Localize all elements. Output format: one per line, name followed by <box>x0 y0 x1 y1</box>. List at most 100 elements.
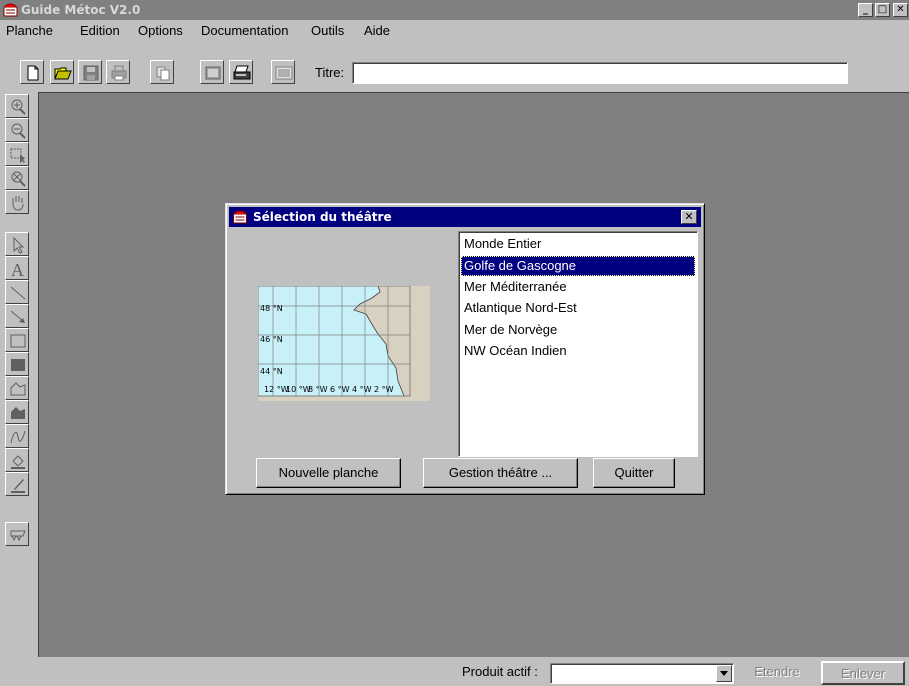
menu-planche[interactable]: Planche <box>6 23 53 38</box>
zoom-in-icon <box>11 99 26 115</box>
rectangle-tool-icon <box>10 334 26 348</box>
save-button[interactable] <box>78 60 102 84</box>
pen-tool-icon <box>11 479 25 493</box>
copy-icon <box>156 66 170 81</box>
lat-label: 44 °N <box>260 367 283 376</box>
arrow-tool[interactable] <box>5 304 29 328</box>
gestion-theatre-button[interactable]: Gestion théâtre ... <box>423 458 578 488</box>
new-planche-button[interactable]: Nouvelle planche <box>256 458 401 488</box>
menu-edition[interactable]: Edition <box>80 23 120 38</box>
menu-outils[interactable]: Outils <box>311 23 344 38</box>
list-item-selected[interactable]: Golfe de Gascogne <box>461 256 695 276</box>
fill-tool[interactable] <box>5 448 29 472</box>
polygon-tool-icon <box>10 382 26 396</box>
select-region-icon <box>10 148 25 163</box>
dialog-title: Sélection du théâtre <box>253 210 392 224</box>
theatre-selection-dialog: Sélection du théâtre ✕ 48 °N 46 °N 44 °N… <box>225 203 705 495</box>
chevron-down-icon <box>720 671 728 676</box>
tool-palette: A <box>0 92 34 562</box>
pan-hand-icon <box>12 196 24 211</box>
rectangle-tool[interactable] <box>5 328 29 352</box>
app-logo-icon <box>233 210 247 224</box>
print-setup-button[interactable] <box>229 60 253 84</box>
preview-icon <box>205 66 221 80</box>
curve-tool-icon <box>10 430 26 444</box>
list-item[interactable]: NW Océan Indien <box>461 341 695 361</box>
save-icon <box>83 65 99 81</box>
list-item[interactable]: Atlantique Nord-Est <box>461 298 695 318</box>
new-button[interactable] <box>20 60 44 84</box>
preview-button[interactable] <box>200 60 224 84</box>
zoom-in-tool[interactable] <box>5 94 29 118</box>
theatre-list[interactable]: Monde Entier Golfe de Gascogne Mer Médit… <box>458 231 698 457</box>
produit-actif-label: Produit actif : <box>462 664 538 679</box>
theatre-map-preview: 48 °N 46 °N 44 °N 12 °W 10 °W 8 °W 6 °W … <box>258 286 430 401</box>
menu-aide[interactable]: Aide <box>364 23 390 38</box>
status-bar: Produit actif : Etendre Enlever <box>0 658 909 686</box>
lon-label: 10 °W <box>286 385 311 394</box>
close-button[interactable]: ✕ <box>893 3 908 17</box>
line-tool[interactable] <box>5 280 29 304</box>
produit-actif-select[interactable] <box>550 663 734 684</box>
list-item[interactable]: Mer de Norvège <box>461 320 695 340</box>
arrow-tool-icon <box>10 310 25 323</box>
zoom-out-tool[interactable] <box>5 118 29 142</box>
zoom-reset-tool[interactable] <box>5 166 29 190</box>
open-folder-icon <box>54 67 72 80</box>
titre-input[interactable] <box>352 62 848 84</box>
pointer-icon <box>13 236 25 254</box>
print-setup-icon <box>233 65 251 80</box>
pen-tool[interactable] <box>5 472 29 496</box>
pointer-tool[interactable] <box>5 232 29 256</box>
select-region-tool[interactable] <box>5 142 29 166</box>
minimize-button[interactable]: _ <box>858 3 873 17</box>
copy-button[interactable] <box>150 60 174 84</box>
titre-label: Titre: <box>315 65 345 80</box>
dialog-title-bar[interactable]: Sélection du théâtre ✕ <box>229 207 701 227</box>
zoom-out-icon <box>11 123 26 139</box>
lon-label: 12 °W <box>264 385 289 394</box>
menu-bar: Planche Edition Options Documentation Ou… <box>0 20 909 40</box>
image-button[interactable] <box>271 60 295 84</box>
dialog-close-button[interactable]: ✕ <box>681 210 697 224</box>
curve-tool[interactable] <box>5 424 29 448</box>
pan-tool[interactable] <box>5 190 29 214</box>
front-symbol-icon <box>10 530 26 542</box>
list-item[interactable]: Monde Entier <box>461 234 695 254</box>
filled-rectangle-tool[interactable] <box>5 352 29 376</box>
window-title-bar[interactable]: Guide Métoc V2.0 _ □ ✕ <box>0 0 909 20</box>
lat-label: 48 °N <box>260 304 283 313</box>
list-item[interactable]: Mer Méditerranée <box>461 277 695 297</box>
etendre-button[interactable]: Etendre <box>738 661 816 685</box>
dropdown-arrow-button[interactable] <box>716 665 732 682</box>
front-symbol-tool[interactable] <box>5 522 29 546</box>
new-document-icon <box>27 65 39 81</box>
lat-label: 46 °N <box>260 335 283 344</box>
print-icon <box>111 65 127 81</box>
lon-label: 4 °W <box>352 385 372 394</box>
app-logo-icon <box>3 3 18 17</box>
maximize-button[interactable]: □ <box>875 3 890 17</box>
line-tool-icon <box>10 286 26 300</box>
print-button[interactable] <box>106 60 130 84</box>
toolbar: Titre: <box>0 58 909 88</box>
lon-label: 8 °W <box>308 385 328 394</box>
filled-polygon-tool-icon <box>11 407 25 419</box>
menu-options[interactable]: Options <box>138 23 183 38</box>
open-button[interactable] <box>50 60 74 84</box>
window-title: Guide Métoc V2.0 <box>21 3 141 17</box>
quit-button[interactable]: Quitter <box>593 458 675 488</box>
enlever-button[interactable]: Enlever <box>821 661 905 685</box>
filled-rectangle-tool-icon <box>11 359 25 371</box>
text-tool-icon: A <box>11 260 24 278</box>
fill-tool-icon <box>11 455 25 469</box>
lon-label: 2 °W <box>374 385 394 394</box>
svg-text:A: A <box>11 260 24 278</box>
lon-label: 6 °W <box>330 385 350 394</box>
text-tool[interactable]: A <box>5 256 29 280</box>
menu-documentation[interactable]: Documentation <box>201 23 288 38</box>
filled-polygon-tool[interactable] <box>5 400 29 424</box>
zoom-reset-icon <box>11 171 26 187</box>
image-icon <box>275 66 293 80</box>
polygon-tool[interactable] <box>5 376 29 400</box>
